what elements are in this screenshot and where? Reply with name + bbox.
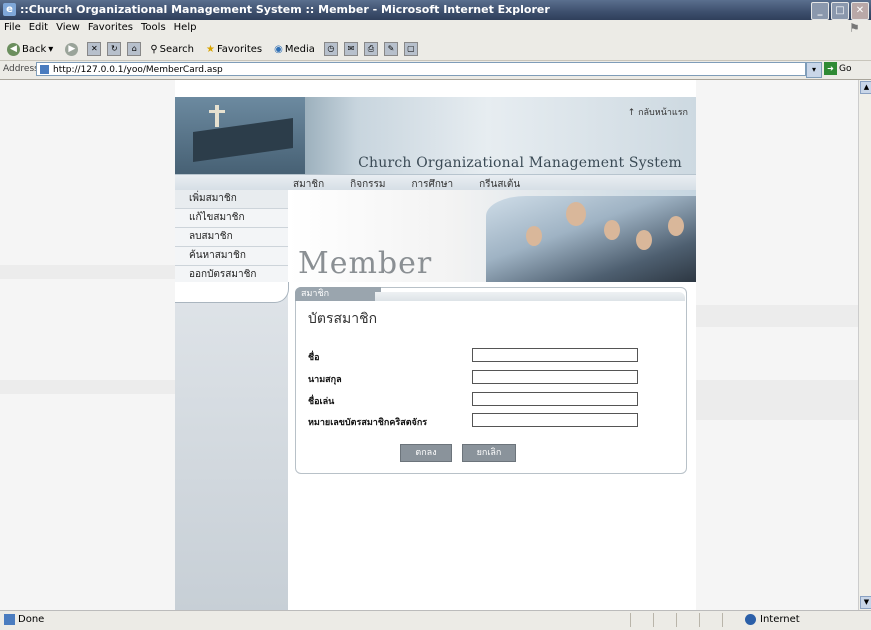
back-arrow-icon: ◀ [7,42,20,56]
menu-file[interactable]: File [0,20,25,35]
maximize-button[interactable]: □ [831,2,849,20]
back-label: Back [22,43,47,55]
page-viewport: ↑ กลับหน้าแรก Church Organizational Mana… [0,80,858,610]
mail-icon[interactable]: ✉ [343,42,358,56]
star-icon: ★ [206,43,215,55]
side-menu-curve [175,282,289,303]
right-margin-band [696,305,858,327]
media-icon: ◉ [274,43,283,55]
media-label: Media [284,43,315,55]
left-margin-band-2 [0,380,175,394]
panel-tab: สมาชิก [295,287,381,301]
go-label: Go [839,63,852,74]
system-name: Church Organizational Management System [358,155,682,171]
status-done: Done [4,614,44,625]
favorites-label: Favorites [216,43,263,55]
status-zone: Internet [745,614,800,625]
last-name-input[interactable] [472,370,638,384]
search-icon: ⚲ [150,43,158,55]
window-titlebar: e ::Church Organizational Management Sys… [0,0,871,20]
print-icon[interactable]: ⎙ [363,42,378,56]
address-label: Address [3,64,39,74]
person-face [636,230,652,250]
forward-arrow-icon: ▶ [65,42,79,56]
media-button[interactable]: ◉ Media [271,43,318,56]
window-title: ::Church Organizational Management Syste… [20,3,550,16]
page-icon [4,614,15,625]
address-dropdown-icon[interactable]: ▾ [806,62,822,78]
reset-button[interactable]: ยกเลิก [462,444,516,462]
panel-tab-line [375,292,685,301]
nickname-label: ชื่อเล่น [308,397,335,407]
menu-bar: File Edit View Favorites Tools Help ⚑ [0,20,871,39]
side-menu-edit-member[interactable]: แก้ไขสมาชิก [175,209,288,228]
side-menu-add-member[interactable]: เพิ่มสมาชิก [175,190,288,209]
side-menu: เพิ่มสมาชิก แก้ไขสมาชิก ลบสมาชิก ค้นหาสม… [175,190,289,610]
scroll-up-icon[interactable]: ▲ [860,81,871,94]
submit-button[interactable]: ตกลง [400,444,452,462]
status-bar: Done Internet [0,610,871,630]
side-menu-delete-member[interactable]: ลบสมาชิก [175,228,288,247]
card-number-label: หมายเลขบัตรสมาชิกคริสตจักร [308,418,428,428]
person-face [668,216,684,236]
address-input[interactable]: http://127.0.0.1/yoo/MemberCard.asp [36,62,806,76]
church-page: ↑ กลับหน้าแรก Church Organizational Mana… [175,97,696,610]
vertical-scrollbar[interactable]: ▲ ▼ [858,80,871,610]
menu-view[interactable]: View [52,20,84,35]
back-button[interactable]: ◀ Back ▾ [4,42,56,57]
nickname-input[interactable] [472,392,638,406]
windows-logo-icon: ⚑ [849,21,860,35]
right-margin-band-2 [696,380,858,420]
close-button[interactable]: ✕ [851,2,869,20]
first-name-input[interactable] [472,348,638,362]
home-icon[interactable]: ⌂ [127,42,142,56]
search-label: Search [159,43,194,55]
first-name-label: ชื่อ [308,353,320,363]
cross-icon [209,105,225,127]
card-number-input[interactable] [472,413,638,427]
go-arrow-icon: ➜ [824,62,837,75]
member-hero: Member [288,190,696,282]
home-link[interactable]: ↑ กลับหน้าแรก [628,105,688,119]
scroll-down-icon[interactable]: ▼ [860,596,871,609]
toolbar: ◀ Back ▾ ▶ ✕ ↻ ⌂ ⚲ Search ★ Favorites ◉ Medi… [0,38,871,61]
side-menu-search-member[interactable]: ค้นหาสมาชิก [175,247,288,266]
globe-icon [745,614,756,625]
address-bar: Address http://127.0.0.1/yoo/MemberCard.… [0,61,871,80]
menu-tools[interactable]: Tools [137,20,170,35]
go-button[interactable]: ➜ Go [824,62,851,75]
right-margin [696,80,858,610]
discuss-icon[interactable]: ▢ [403,42,418,56]
minimize-button[interactable]: _ [811,2,829,20]
favorites-button[interactable]: ★ Favorites [203,43,265,56]
menu-favorites[interactable]: Favorites [84,20,137,35]
person-face [604,220,620,240]
left-margin [0,80,175,610]
forward-button[interactable]: ▶ [62,42,81,57]
people-photo [486,196,696,282]
status-separators [630,613,745,627]
person-face [526,226,542,246]
form-heading: บัตรสมาชิก [308,311,378,327]
person-face [566,202,586,226]
menu-help[interactable]: Help [170,20,201,35]
history-icon[interactable]: ◷ [323,42,338,56]
search-button[interactable]: ⚲ Search [147,43,197,56]
menu-edit[interactable]: Edit [25,20,52,35]
refresh-icon[interactable]: ↻ [107,42,122,56]
edit-icon[interactable]: ✎ [383,42,398,56]
status-text: Done [18,614,45,625]
stop-icon[interactable]: ✕ [87,42,102,56]
left-margin-band [0,265,175,279]
hero-title: Member [298,246,433,281]
member-card-panel: สมาชิก บัตรสมาชิก ชื่อ นามสกุล ชื่อเล่น … [295,287,687,474]
last-name-label: นามสกุล [308,375,342,385]
ie-icon: e [3,3,16,16]
zone-text: Internet [760,614,800,625]
window-controls: _ □ ✕ [811,2,869,20]
